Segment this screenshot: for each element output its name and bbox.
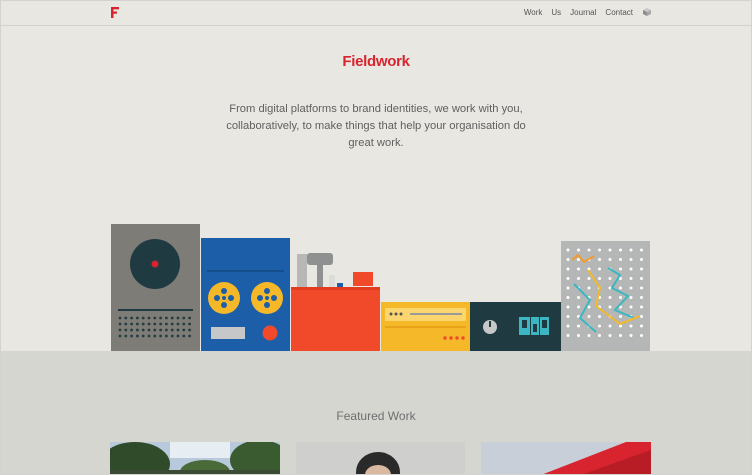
amplifier-illustration — [381, 302, 470, 351]
speaker-illustration — [111, 224, 200, 351]
featured-card-3[interactable] — [481, 442, 651, 475]
red-roof-photo — [481, 442, 651, 475]
outdoor-trees-photo — [110, 442, 280, 475]
person-portrait-photo — [296, 442, 465, 475]
featured-card-1[interactable] — [110, 442, 280, 475]
hero-illustration — [111, 224, 650, 351]
toolbox-illustration — [291, 253, 380, 351]
featured-card-2[interactable] — [296, 442, 465, 475]
reel-to-reel-illustration — [201, 238, 290, 351]
featured-work-heading: Featured Work — [336, 409, 416, 423]
control-panel-illustration — [470, 302, 561, 351]
pegboard-illustration — [561, 241, 650, 351]
